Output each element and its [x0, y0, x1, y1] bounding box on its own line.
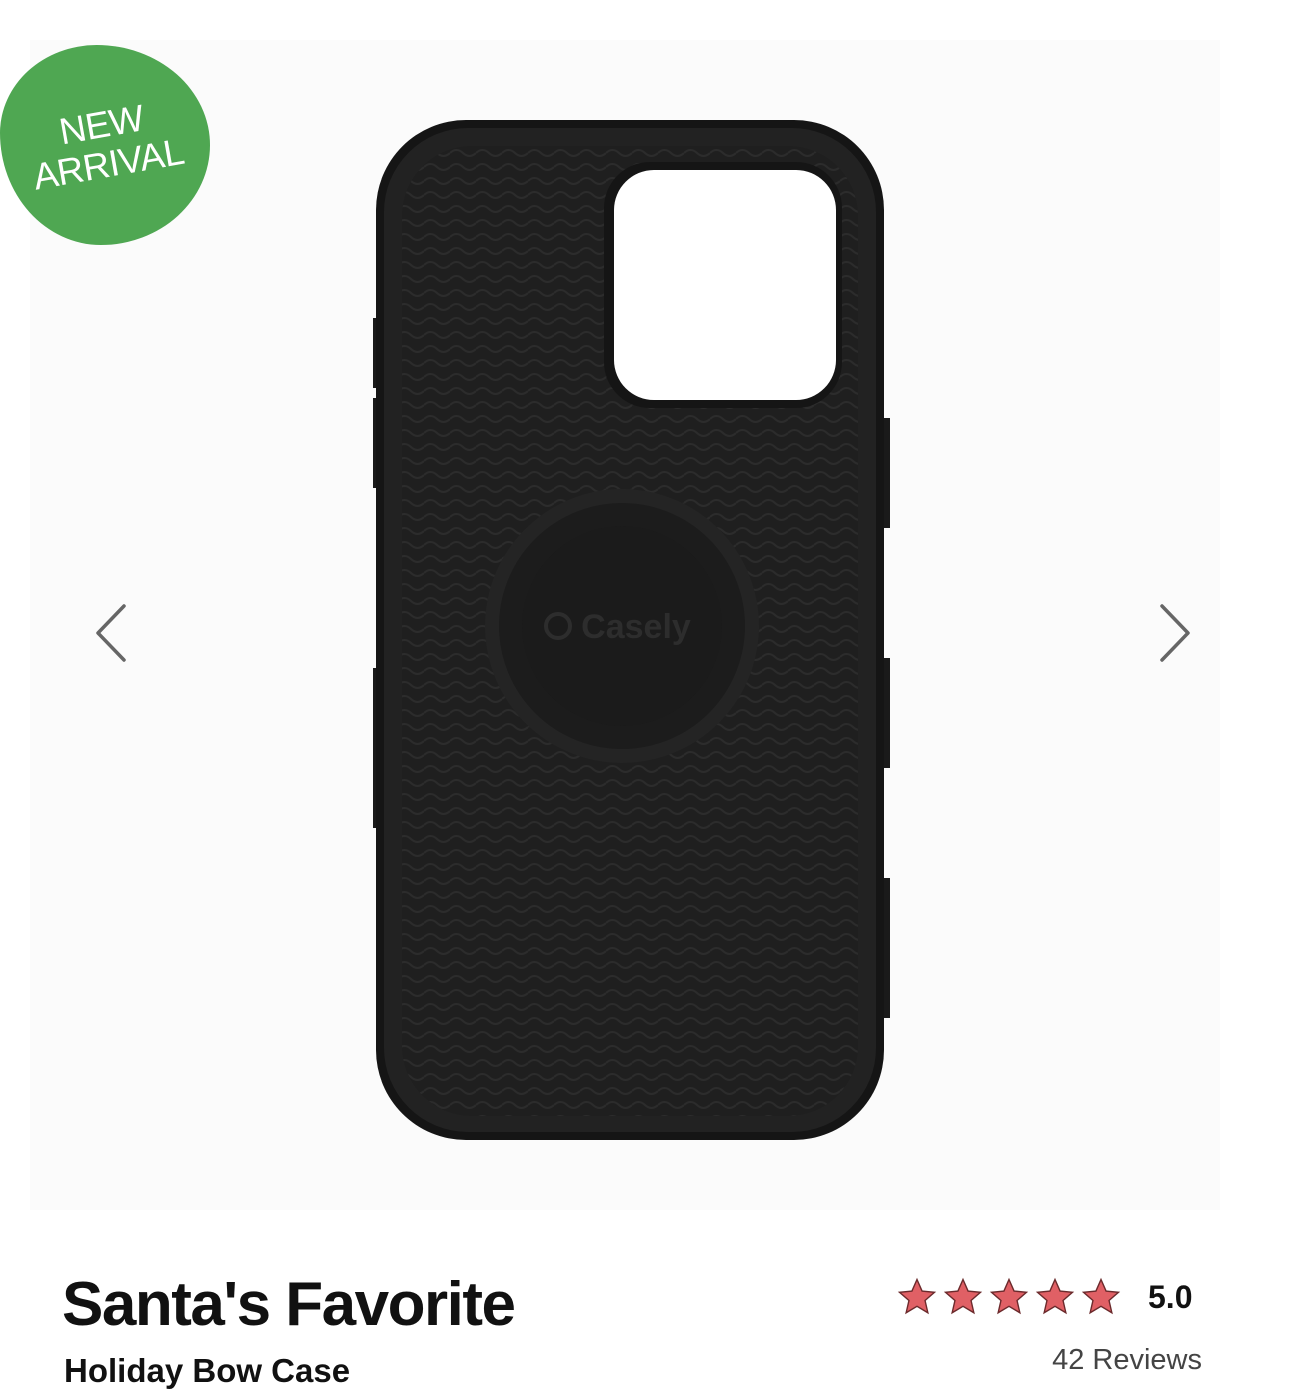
product-subtitle: Holiday Bow Case — [64, 1352, 351, 1389]
star-rating — [896, 1276, 1122, 1318]
next-image-button[interactable] — [1156, 598, 1196, 668]
star-icon — [1081, 1277, 1121, 1315]
star-icon — [897, 1277, 937, 1315]
new-arrival-badge: NEW ARRIVAL — [0, 45, 210, 245]
star-icon — [989, 1277, 1029, 1315]
chevron-right-icon — [1160, 604, 1190, 662]
star-icon — [943, 1277, 983, 1315]
case-logo-text: Casely — [581, 608, 691, 646]
product-title: Santa's Favorite — [62, 1270, 516, 1339]
previous-image-button[interactable] — [90, 598, 130, 668]
product-info: Santa's Favorite Holiday Bow Case 5.0 42… — [0, 1240, 1289, 1389]
product-gallery: Casely NEW ARRIVAL — [0, 0, 1289, 1240]
product-rating[interactable]: 5.0 — [896, 1276, 1192, 1318]
star-icon — [1035, 1277, 1075, 1315]
product-image[interactable]: Casely — [372, 118, 892, 1143]
chevron-left-icon — [96, 604, 126, 662]
product-page: Casely NEW ARRIVAL Santa's Favorite Holi… — [0, 0, 1289, 1389]
rating-value: 5.0 — [1148, 1278, 1193, 1315]
reviews-link[interactable]: 42 Reviews — [1052, 1344, 1202, 1377]
